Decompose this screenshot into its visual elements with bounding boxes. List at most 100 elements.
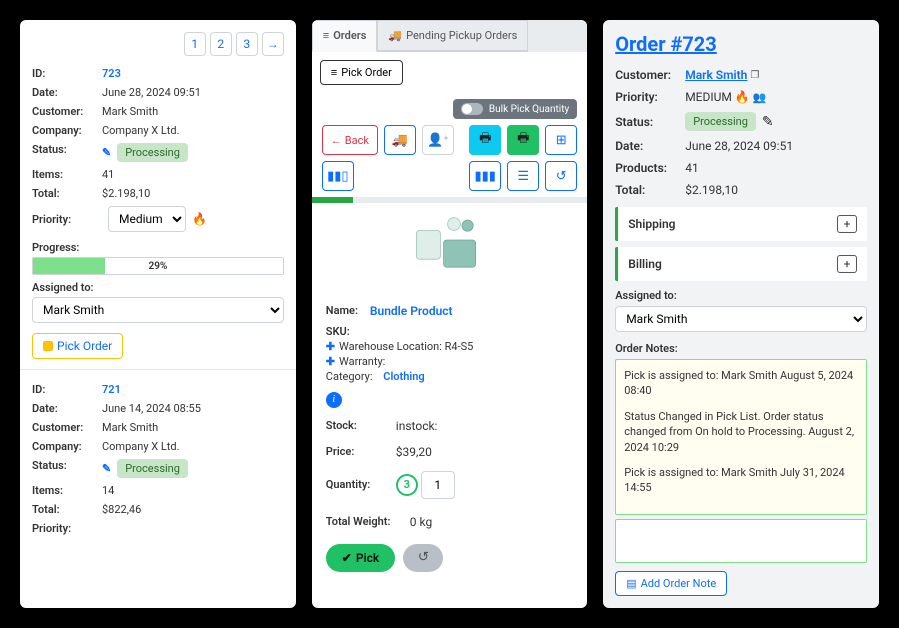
weight-label: Total Weight: <box>326 515 410 529</box>
undo-icon: ↺ <box>418 550 429 565</box>
barcode-button[interactable]: ▮▮▮ <box>469 161 501 191</box>
shipping-label: Shipping <box>628 217 675 231</box>
fire-icon: 🔥 <box>735 90 750 104</box>
assigned-select[interactable]: Mark Smith <box>615 306 867 332</box>
expand-icon[interactable]: + <box>837 215 857 233</box>
company-label: Company: <box>32 440 102 453</box>
order-id-link[interactable]: 723 <box>102 67 121 80</box>
arrow-right-icon: → <box>267 37 279 51</box>
orders-list-panel: 1 2 3 → ID:723 Date:June 28, 2024 09:51 … <box>20 20 296 608</box>
product-image <box>312 203 587 293</box>
date-label: Date: <box>32 86 102 99</box>
truck-button[interactable]: 🚚 <box>384 125 416 155</box>
tab-pending[interactable]: 🚚Pending Pickup Orders <box>377 20 528 52</box>
print-green-button[interactable]: 🖶 <box>507 125 539 155</box>
list-icon: ☰ <box>517 169 529 184</box>
priority-label: Priority: <box>32 213 102 226</box>
info-icon[interactable]: i <box>326 392 342 408</box>
back-label: Back <box>345 134 369 147</box>
total-label: Total: <box>615 183 685 197</box>
status-badge: Processing <box>117 459 188 478</box>
order-id-link[interactable]: 721 <box>102 383 121 396</box>
grid-button[interactable]: ⊞ <box>545 125 577 155</box>
date-value: June 28, 2024 09:51 <box>102 86 201 99</box>
edit-status-icon[interactable]: ✎ <box>102 146 111 159</box>
quantity-label: Quantity: <box>326 478 396 491</box>
barcode-icon: ▮▮▮ <box>474 169 495 184</box>
tabs: ≡Orders 🚚Pending Pickup Orders <box>312 20 587 52</box>
page-1[interactable]: 1 <box>184 32 206 56</box>
customer-link[interactable]: Mark Smith <box>685 68 747 82</box>
tab-pending-label: Pending Pickup Orders <box>406 29 517 42</box>
total-label: Total: <box>32 187 102 200</box>
product-name-link[interactable]: Bundle Product <box>370 304 453 318</box>
bulk-pick-toggle[interactable]: Bulk Pick Quantity <box>453 99 577 119</box>
priority-label: Priority: <box>32 522 102 535</box>
priority-select[interactable]: Medium <box>108 206 186 232</box>
arrow-left-icon: ← <box>331 134 342 147</box>
back-button[interactable]: ←Back <box>322 125 378 155</box>
category-link[interactable]: Clothing <box>383 370 424 383</box>
pagination: 1 2 3 → <box>32 32 284 56</box>
barcode-edit-button[interactable]: ▮▮▯ <box>322 161 354 191</box>
customer-value: Mark Smith <box>102 105 158 118</box>
edit-status-icon[interactable]: ✎ <box>762 114 774 130</box>
customer-value: Mark Smith <box>102 421 158 434</box>
pick-panel: ≡Orders 🚚Pending Pickup Orders ≡Pick Ord… <box>312 20 587 608</box>
new-note-input[interactable] <box>615 519 867 563</box>
category-label: Category: <box>326 370 373 383</box>
progress-label: Progress: <box>32 241 284 254</box>
priority-value: MEDIUM <box>685 90 732 104</box>
customer-label: Customer: <box>32 105 102 118</box>
pick-order-button[interactable]: Pick Order <box>32 333 123 359</box>
pick-order-label: Pick Order <box>341 66 392 79</box>
undo-pick-button[interactable]: ↺ <box>403 544 443 572</box>
order-detail-panel: Order #723 Customer:Mark Smith ❐ Priorit… <box>603 20 879 608</box>
edit-status-icon[interactable]: ✎ <box>102 462 111 475</box>
toggle-icon <box>461 103 483 115</box>
order-title-link[interactable]: Order #723 <box>615 32 867 56</box>
expand-icon[interactable]: + <box>837 255 857 273</box>
user-plus-icon: 👤⁺ <box>427 133 448 148</box>
tab-orders[interactable]: ≡Orders <box>312 20 378 52</box>
fire-icon: 🔥 <box>192 212 207 226</box>
company-value: Company X Ltd. <box>102 440 180 453</box>
page-3[interactable]: 3 <box>236 32 258 56</box>
assigned-select[interactable]: Mark Smith <box>32 297 284 323</box>
billing-label: Billing <box>628 257 662 271</box>
page-next[interactable]: → <box>262 32 284 56</box>
billing-section-header[interactable]: Billing + <box>615 247 867 281</box>
stock-value: instock: <box>396 419 438 433</box>
note-item: Pick is assigned to: Mark Smith August 5… <box>624 368 858 399</box>
total-value: $822,46 <box>102 503 141 516</box>
qty-required-badge: 3 <box>396 474 418 496</box>
pick-order-button[interactable]: ≡ Pick Order <box>320 60 403 85</box>
note-item: Status Changed in Pick List. Order statu… <box>624 409 858 455</box>
stock-label: Stock: <box>326 419 396 433</box>
print-blue-button[interactable]: 🖶 <box>469 125 501 155</box>
refresh-button[interactable]: ↺ <box>545 161 577 191</box>
note-item: Pick is assigned to: Mark Smith July 31,… <box>624 465 858 496</box>
external-link-icon[interactable]: ❐ <box>750 70 759 81</box>
quantity-input[interactable] <box>421 471 455 499</box>
square-icon <box>43 341 53 351</box>
total-value: $2.198,10 <box>685 183 738 197</box>
plus-icon[interactable]: ✚ <box>326 340 335 353</box>
user-button[interactable]: 👤⁺ <box>422 125 454 155</box>
customer-label: Customer: <box>32 421 102 434</box>
price-label: Price: <box>326 445 396 459</box>
products-label: Products: <box>615 161 685 175</box>
order-notes: Pick is assigned to: Mark Smith August 5… <box>615 359 867 515</box>
shipping-section-header[interactable]: Shipping + <box>615 207 867 241</box>
list-icon: ≡ <box>331 66 337 79</box>
pick-button[interactable]: ✔Pick <box>326 544 395 572</box>
warranty-label: Warranty: <box>339 355 385 368</box>
assigned-label: Assigned to: <box>615 289 867 302</box>
page-2[interactable]: 2 <box>210 32 232 56</box>
customer-label: Customer: <box>615 68 685 82</box>
list-view-button[interactable]: ☰ <box>507 161 539 191</box>
price-value: $39,20 <box>396 445 432 459</box>
notes-label: Order Notes: <box>615 342 867 355</box>
add-note-button[interactable]: ▤ Add Order Note <box>615 571 727 596</box>
plus-icon[interactable]: ✚ <box>326 355 335 368</box>
